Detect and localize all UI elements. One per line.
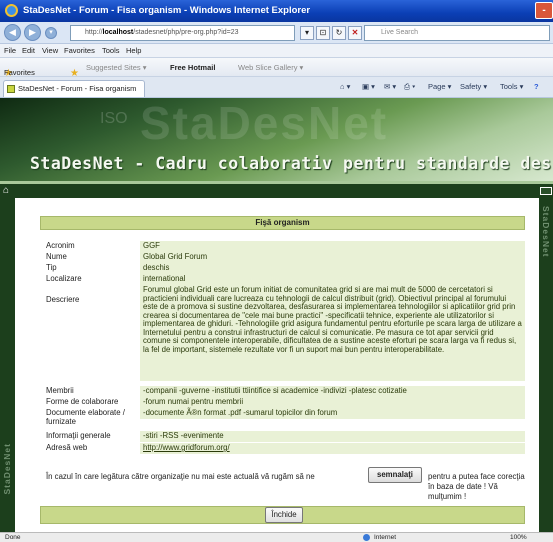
- status-bar: Done Internet 100%: [0, 532, 553, 542]
- dropdown-icon[interactable]: ▾: [45, 27, 57, 39]
- menu-tools[interactable]: Tools: [102, 46, 120, 55]
- page-viewport: ISO StaDesNet StaDesNet - Cadru colabora…: [0, 98, 553, 532]
- mail-icon[interactable]: [540, 187, 552, 195]
- menu-view[interactable]: View: [42, 46, 58, 55]
- field-value-documente: -documente Ã®n format .pdf -sumarul topi…: [140, 408, 525, 419]
- tab-current[interactable]: StaDesNet - Forum - Fisa organism: [3, 80, 145, 97]
- suggested-sites-link[interactable]: Suggested Sites ▾: [86, 63, 146, 72]
- print-icon[interactable]: ⎙ ▾: [404, 82, 415, 92]
- url-prefix: http://: [85, 29, 103, 36]
- menu-favorites[interactable]: Favorites: [64, 46, 95, 55]
- internet-explorer-icon: [5, 4, 18, 17]
- field-label-acronim: Acronim: [46, 241, 75, 250]
- field-label-informatii-generale: Informaţii generale: [46, 431, 111, 440]
- field-value-localizare: international: [140, 274, 525, 285]
- site-banner: ISO StaDesNet StaDesNet - Cadru colabora…: [0, 98, 553, 181]
- close-button[interactable]: Închide: [265, 507, 303, 523]
- field-label-forme-colaborare: Forme de colaborare: [46, 397, 119, 406]
- field-value-descriere: Forumul global Grid este un forum initia…: [140, 285, 525, 381]
- address-input[interactable]: http://localhost/stadesnet/php/pre-org.p…: [70, 25, 295, 41]
- globe-icon: [363, 534, 370, 541]
- field-label-membrii: Membrii: [46, 386, 74, 395]
- home-icon[interactable]: ⌂: [3, 186, 13, 196]
- search-input[interactable]: Live Search: [364, 25, 550, 41]
- favorites-bar: ★ Favorites ★ Suggested Sites ▾ Free Hot…: [0, 58, 553, 79]
- stop-icon[interactable]: ✕: [348, 26, 362, 40]
- report-button[interactable]: semnalaţi: [368, 467, 422, 483]
- right-sidebar-label: StaDesNet: [541, 206, 551, 258]
- menu-bar: File Edit View Favorites Tools Help: [0, 44, 553, 58]
- page-menu[interactable]: Page ▾: [428, 82, 451, 91]
- safety-menu[interactable]: Safety ▾: [460, 82, 487, 91]
- window-control-button[interactable]: -: [535, 2, 553, 19]
- field-label-documente: Documente elaborate / furnizate: [46, 408, 125, 426]
- field-label-nume: Nume: [46, 252, 67, 261]
- tools-menu[interactable]: Tools ▾: [500, 82, 523, 91]
- free-hotmail-link[interactable]: Free Hotmail: [170, 63, 215, 72]
- url-path: /stadesnet/php/pre-org.php?id=23: [133, 29, 239, 36]
- site-nav-strip: [0, 184, 553, 198]
- notice-text-before: În cazul în care legătura către organiza…: [46, 472, 315, 481]
- site-favicon-icon: [7, 85, 15, 93]
- zoom-level[interactable]: 100%: [510, 533, 527, 542]
- favorites-label: Favorites: [4, 68, 35, 77]
- tab-bar: StaDesNet - Forum - Fisa organism ⌂ ▾ ▣ …: [0, 77, 553, 98]
- field-value-forme-colaborare: -forum numai pentru membrii: [140, 397, 525, 408]
- field-label-localizare: Localizare: [46, 274, 82, 283]
- tab-label: StaDesNet - Forum - Fisa organism: [18, 84, 137, 93]
- web-slice-gallery-link[interactable]: Web Slice Gallery ▾: [238, 63, 303, 72]
- back-icon[interactable]: ◀: [4, 24, 21, 41]
- url-host: localhost: [102, 29, 134, 36]
- address-toolbar: ◀ ▶ ▾ http://localhost/stadesnet/php/pre…: [0, 22, 553, 44]
- field-label-adresa-web: Adresă web: [46, 443, 88, 452]
- field-value-informatii-generale: -stiri -RSS -evenimente: [140, 431, 525, 442]
- panel-heading: Fişă organism: [40, 216, 525, 230]
- banner-ghost-iso: ISO: [100, 110, 128, 127]
- security-zone: Internet: [374, 534, 397, 541]
- menu-edit[interactable]: Edit: [22, 46, 35, 55]
- field-value-nume: Global Grid Forum: [140, 252, 525, 263]
- compatibility-icon[interactable]: ⊡: [316, 26, 330, 40]
- field-value-tip: deschis: [140, 263, 525, 274]
- field-value-adresa-web-link[interactable]: http://www.gridforum.org/: [140, 443, 525, 454]
- field-label-descriere: Descriere: [46, 295, 80, 304]
- field-value-membrii: -companii -guverne -institutii ttiintifi…: [140, 386, 525, 397]
- feeds-icon[interactable]: ▣ ▾: [362, 82, 375, 91]
- field-label-tip: Tip: [46, 263, 57, 272]
- read-mail-icon[interactable]: ✉ ▾: [384, 82, 396, 91]
- forward-icon[interactable]: ▶: [24, 24, 41, 41]
- menu-file[interactable]: File: [4, 46, 16, 55]
- field-value-acronim: GGF: [140, 241, 525, 252]
- refresh-icon[interactable]: ↻: [332, 26, 346, 40]
- address-dropdown-icon[interactable]: ▾: [300, 26, 314, 40]
- status-text: Done: [5, 534, 21, 541]
- window-title: StaDesNet - Forum - Fisa organism - Wind…: [23, 5, 311, 16]
- banner-title: StaDesNet - Cadru colaborativ pentru sta…: [30, 154, 553, 173]
- menu-help[interactable]: Help: [126, 46, 141, 55]
- home-command-icon[interactable]: ⌂ ▾: [340, 82, 350, 91]
- left-sidebar-label: StaDesNet: [2, 443, 12, 495]
- notice-text-after: pentru a putea face corecţia în baza de …: [428, 472, 525, 501]
- help-icon[interactable]: ?: [534, 82, 539, 91]
- banner-ghost-logo: StaDesNet: [140, 98, 389, 149]
- window-titlebar: StaDesNet - Forum - Fisa organism - Wind…: [0, 0, 553, 22]
